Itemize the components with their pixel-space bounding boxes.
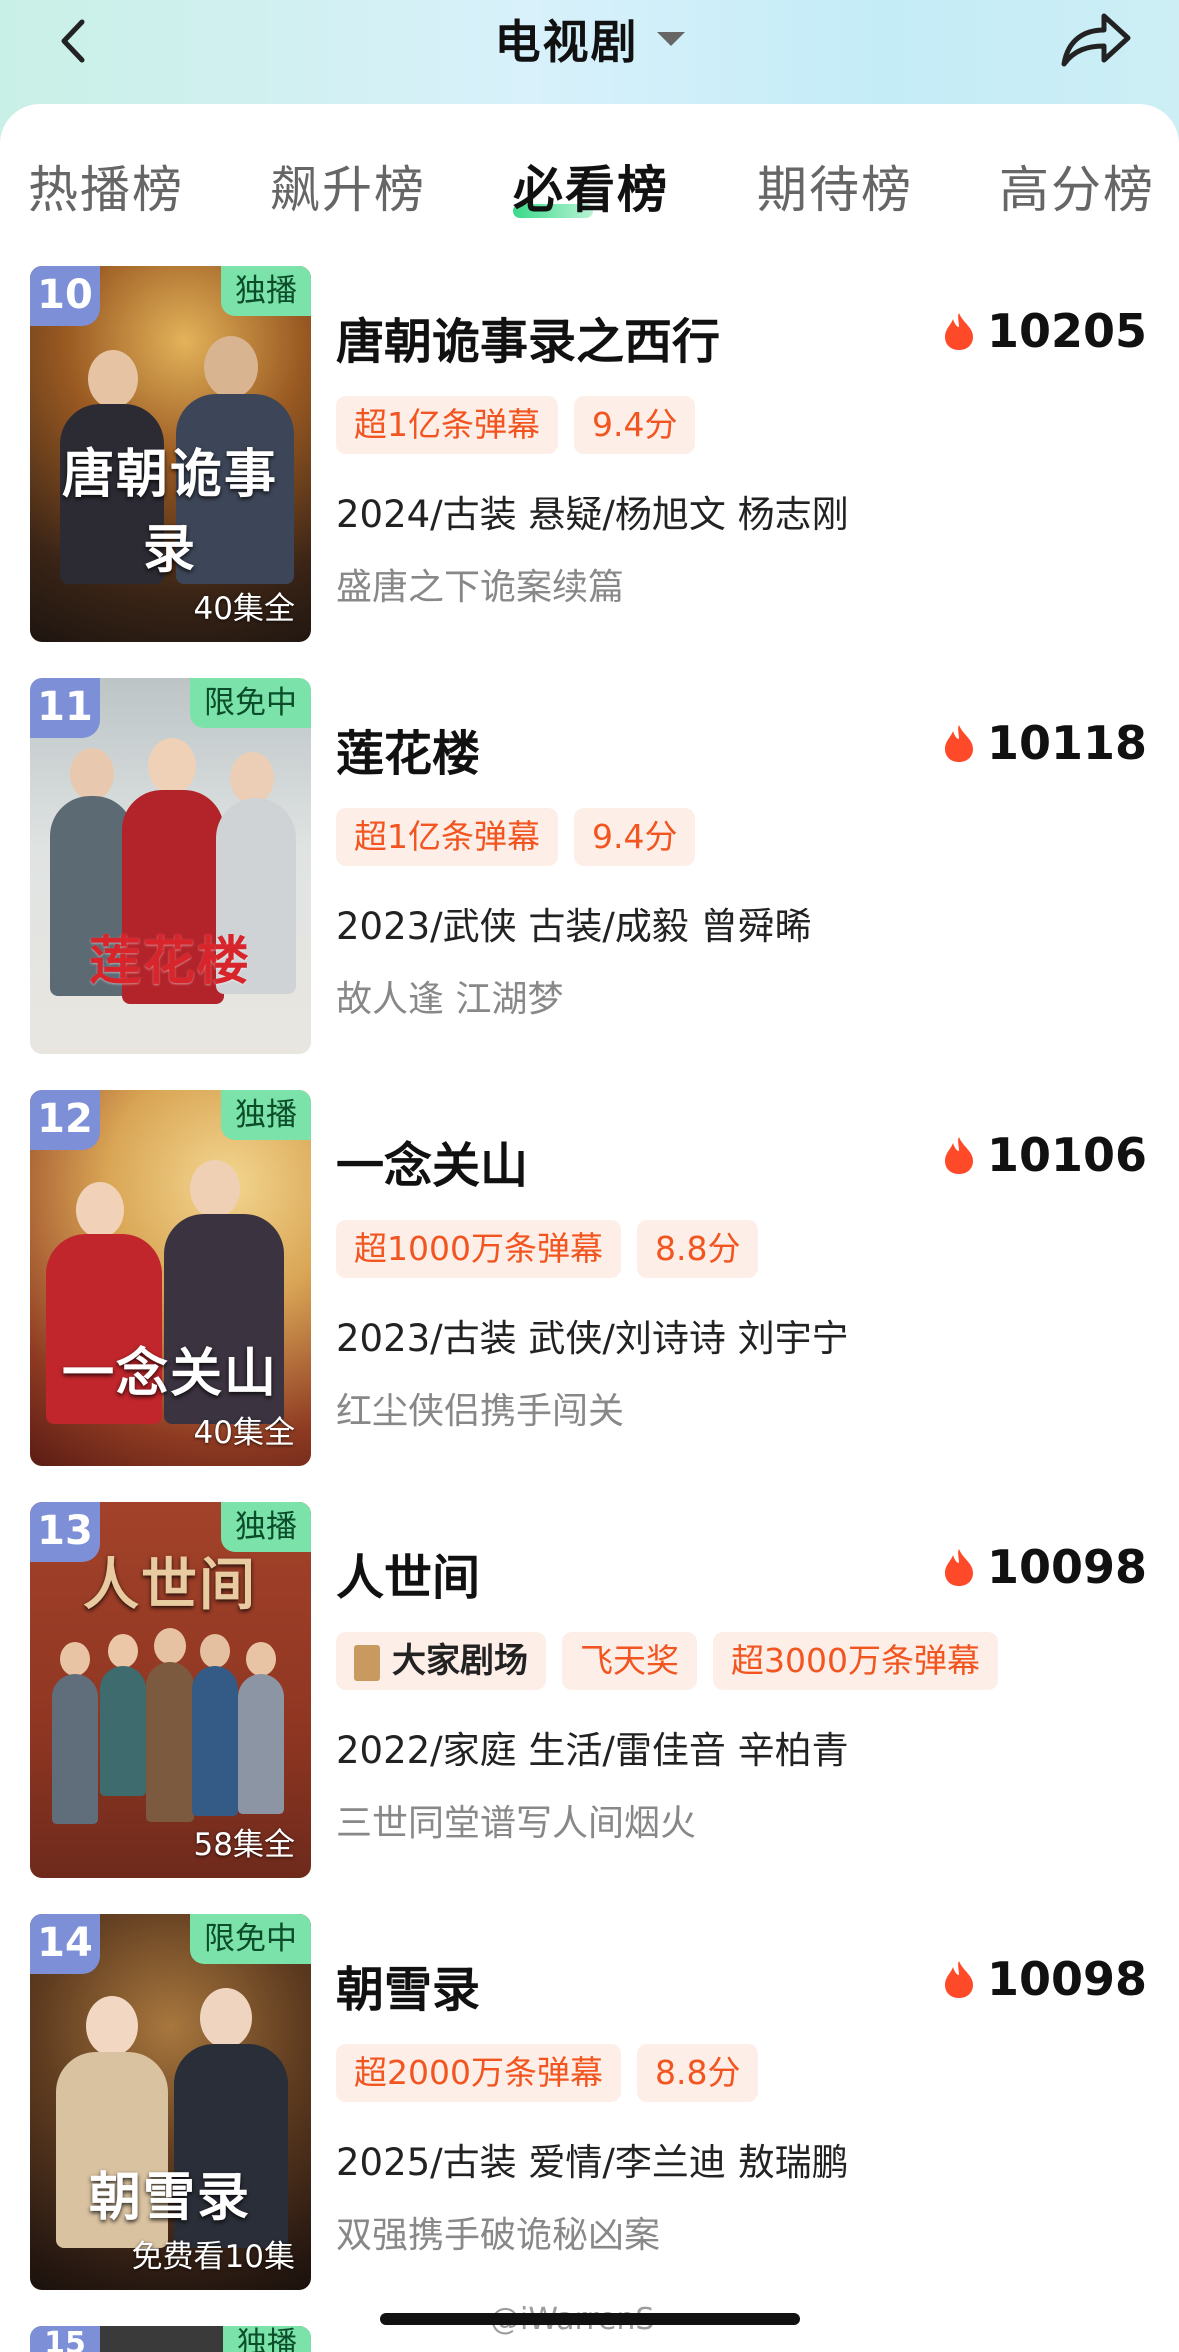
episode-count: 免费看10集 [131, 2239, 295, 2275]
top-bar: 电视剧 [0, 0, 1179, 84]
tab-hot[interactable]: 热播榜 [28, 150, 184, 222]
danmaku-tag: 超2000万条弹幕 [336, 2044, 621, 2102]
tag-row: 大家剧场 飞天奖 超3000万条弹幕 [336, 1632, 1014, 1690]
poster-logo: 朝雪录 [88, 2167, 251, 2228]
show-title[interactable]: 人世间 [336, 1538, 480, 1608]
tag-row: 超2000万条弹幕 8.8分 [336, 2044, 774, 2102]
poster[interactable]: 莲花楼 11 限免中 [30, 678, 311, 1054]
rank-badge: 12 [30, 1090, 100, 1150]
show-description: 盛唐之下诡案续篇 [336, 567, 625, 608]
danmaku-tag: 超1000万条弹幕 [336, 1220, 621, 1278]
home-indicator[interactable] [380, 2313, 800, 2325]
tab-rising[interactable]: 飙升榜 [270, 150, 426, 222]
episode-count: 40集全 [193, 591, 295, 627]
episode-count: 58集全 [193, 1827, 295, 1863]
tag-row: 超1亿条弹幕 9.4分 [336, 396, 711, 454]
show-meta: 2024/古装 悬疑/杨旭文 杨志刚 [336, 493, 849, 536]
heat-score: 10098 [943, 1540, 1147, 1594]
tab-anticipated[interactable]: 期待榜 [757, 150, 913, 222]
show-title[interactable]: 莲花楼 [336, 714, 480, 784]
flame-icon [944, 725, 973, 762]
rank-badge: 11 [30, 678, 100, 738]
list-item[interactable]: 人世间 13 独播 58集全 人世间 10098 大家剧场 飞天奖 超3000万条弹… [0, 1502, 1179, 1878]
poster-logo: 唐朝诡事录 [61, 444, 278, 580]
rank-badge: 14 [30, 1914, 100, 1974]
rank-badge: 10 [30, 266, 100, 326]
show-meta: 2023/古装 武侠/刘诗诗 刘宇宁 [336, 1317, 849, 1360]
heat-value: 10098 [986, 1540, 1147, 1594]
heat-value: 10118 [986, 716, 1147, 770]
tag-row: 超1000万条弹幕 8.8分 [336, 1220, 774, 1278]
poster[interactable]: 一念关山 12 独播 40集全 [30, 1090, 311, 1466]
show-description: 故人逢 江湖梦 [336, 979, 564, 1020]
caret-down-icon [656, 32, 685, 46]
status-badge: 独播 [221, 1090, 311, 1140]
tab-top-rated[interactable]: 高分榜 [999, 150, 1155, 222]
flame-icon [944, 1961, 973, 1998]
flame-icon [944, 1549, 973, 1586]
status-badge: 限免中 [190, 1914, 311, 1964]
next-item-peek[interactable]: 15 独播 [30, 2326, 311, 2352]
list-item[interactable]: 唐朝诡事录 10 独播 40集全 唐朝诡事录之西行 10205 超1亿条弹幕 9.… [0, 266, 1179, 642]
heat-score: 10098 [943, 1952, 1147, 2006]
danmaku-tag: 超1亿条弹幕 [336, 808, 558, 866]
show-title[interactable]: 一念关山 [336, 1126, 528, 1196]
show-description: 三世同堂谱写人间烟火 [336, 1803, 697, 1844]
poster[interactable]: 人世间 13 独播 58集全 [30, 1502, 311, 1878]
poster-logo: 莲花楼 [88, 931, 251, 992]
award-tag: 飞天奖 [562, 1632, 697, 1690]
heat-score: 10106 [943, 1128, 1147, 1182]
status-badge: 独播 [223, 2326, 311, 2352]
score-tag: 8.8分 [636, 1220, 759, 1278]
list-item[interactable]: 朝雪录 14 限免中 免费看10集 朝雪录 10098 超2000万条弹幕 8.8… [0, 1914, 1179, 2290]
danmaku-tag: 超1亿条弹幕 [336, 396, 558, 454]
status-badge: 独播 [221, 266, 311, 316]
show-meta: 2025/古装 爱情/李兰迪 敖瑞鹏 [336, 2141, 849, 2184]
heat-value: 10106 [986, 1128, 1147, 1182]
heat-score: 10205 [943, 304, 1147, 358]
tab-must-watch[interactable]: 必看榜 [513, 150, 669, 222]
list-item[interactable]: 一念关山 12 独播 40集全 一念关山 10106 超1000万条弹幕 8.8分… [0, 1090, 1179, 1466]
rank-badge: 15 [30, 2326, 100, 2352]
score-tag: 9.4分 [574, 396, 696, 454]
page-title: 电视剧 [494, 15, 639, 69]
rank-badge: 13 [30, 1502, 100, 1562]
flame-icon [944, 313, 973, 350]
theater-icon [354, 1645, 380, 1681]
poster[interactable]: 唐朝诡事录 10 独播 40集全 [30, 266, 311, 642]
show-description: 红尘侠侣携手闯关 [336, 1391, 625, 1432]
heat-value: 10098 [986, 1952, 1147, 2006]
score-tag: 9.4分 [574, 808, 696, 866]
tag-row: 超1亿条弹幕 9.4分 [336, 808, 711, 866]
show-meta: 2022/家庭 生活/雷佳音 辛柏青 [336, 1729, 849, 1772]
heat-value: 10205 [986, 304, 1147, 358]
brand-tag: 大家剧场 [336, 1632, 546, 1690]
ranking-tabs: 热播榜 飙升榜 必看榜 期待榜 高分榜 [0, 140, 1179, 230]
flame-icon [944, 1137, 973, 1174]
show-description: 双强携手破诡秘凶案 [336, 2215, 661, 2256]
brand-tag-label: 大家剧场 [392, 1641, 528, 1681]
share-arrow-icon[interactable] [1058, 6, 1134, 72]
list-item[interactable]: 莲花楼 11 限免中 莲花楼 10118 超1亿条弹幕 9.4分 2023/武侠 … [0, 678, 1179, 1054]
heat-score: 10118 [943, 716, 1147, 770]
title-dropdown[interactable]: 电视剧 [0, 6, 1179, 72]
poster-logo: 一念关山 [61, 1343, 278, 1404]
episode-count: 40集全 [193, 1415, 295, 1451]
status-badge: 独播 [221, 1502, 311, 1552]
show-title[interactable]: 朝雪录 [336, 1950, 480, 2020]
show-title[interactable]: 唐朝诡事录之西行 [336, 302, 720, 372]
score-tag: 8.8分 [636, 2044, 759, 2102]
poster[interactable]: 朝雪录 14 限免中 免费看10集 [30, 1914, 311, 2290]
show-meta: 2023/武侠 古装/成毅 曾舜晞 [336, 905, 812, 948]
danmaku-tag: 超3000万条弹幕 [713, 1632, 998, 1690]
status-badge: 限免中 [190, 678, 311, 728]
